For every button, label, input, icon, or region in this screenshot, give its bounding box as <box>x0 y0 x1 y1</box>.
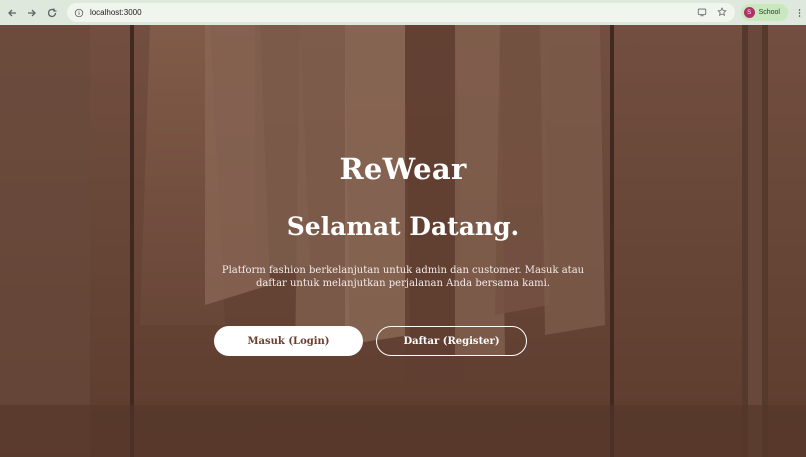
profile-label: School <box>758 9 780 16</box>
profile-button[interactable]: S School <box>740 4 788 21</box>
login-button[interactable]: Masuk (Login) <box>214 326 363 356</box>
brand-title: ReWear <box>339 152 467 186</box>
address-bar[interactable]: localhost:3000 <box>66 3 735 22</box>
reload-icon[interactable] <box>43 4 61 22</box>
hero-section: ReWear Selamat Datang. Platform fashion … <box>0 25 806 457</box>
cast-icon[interactable] <box>695 5 709 19</box>
browser-toolbar: localhost:3000 S School <box>0 0 806 25</box>
forward-icon[interactable] <box>23 4 41 22</box>
bookmark-star-icon[interactable] <box>715 5 729 19</box>
kebab-menu-icon[interactable] <box>794 5 806 21</box>
hero-content: ReWear Selamat Datang. Platform fashion … <box>0 25 806 457</box>
tagline-text: Platform fashion berkelanjutan untuk adm… <box>221 265 585 289</box>
url-text[interactable]: localhost:3000 <box>90 8 142 17</box>
site-info-icon[interactable] <box>72 6 86 20</box>
welcome-heading: Selamat Datang. <box>286 212 520 241</box>
back-icon[interactable] <box>3 4 21 22</box>
avatar: S <box>743 7 755 18</box>
register-button[interactable]: Daftar (Register) <box>376 326 527 356</box>
